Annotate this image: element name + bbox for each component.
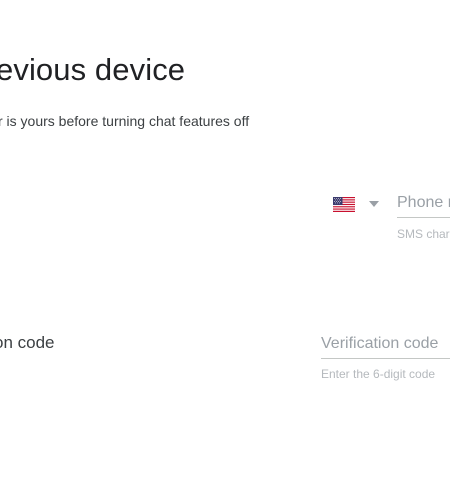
chevron-down-icon bbox=[369, 201, 379, 207]
code-helper-text: Enter the 6-digit code bbox=[321, 367, 436, 381]
code-input-container bbox=[321, 333, 450, 359]
verification-code-input[interactable] bbox=[321, 333, 450, 359]
country-code-dropdown[interactable] bbox=[333, 195, 385, 213]
us-flag-icon bbox=[333, 196, 355, 212]
page-subtitle: r is yours before turning chat features … bbox=[0, 113, 250, 129]
page-title: evious device bbox=[0, 52, 186, 87]
phone-helper-text: SMS charges may apply bbox=[397, 227, 450, 241]
page: evious device r is yours before turning … bbox=[0, 0, 450, 492]
verification-section-label: on code bbox=[0, 333, 55, 352]
phone-number-input[interactable] bbox=[397, 192, 450, 218]
phone-input-container bbox=[397, 192, 450, 218]
